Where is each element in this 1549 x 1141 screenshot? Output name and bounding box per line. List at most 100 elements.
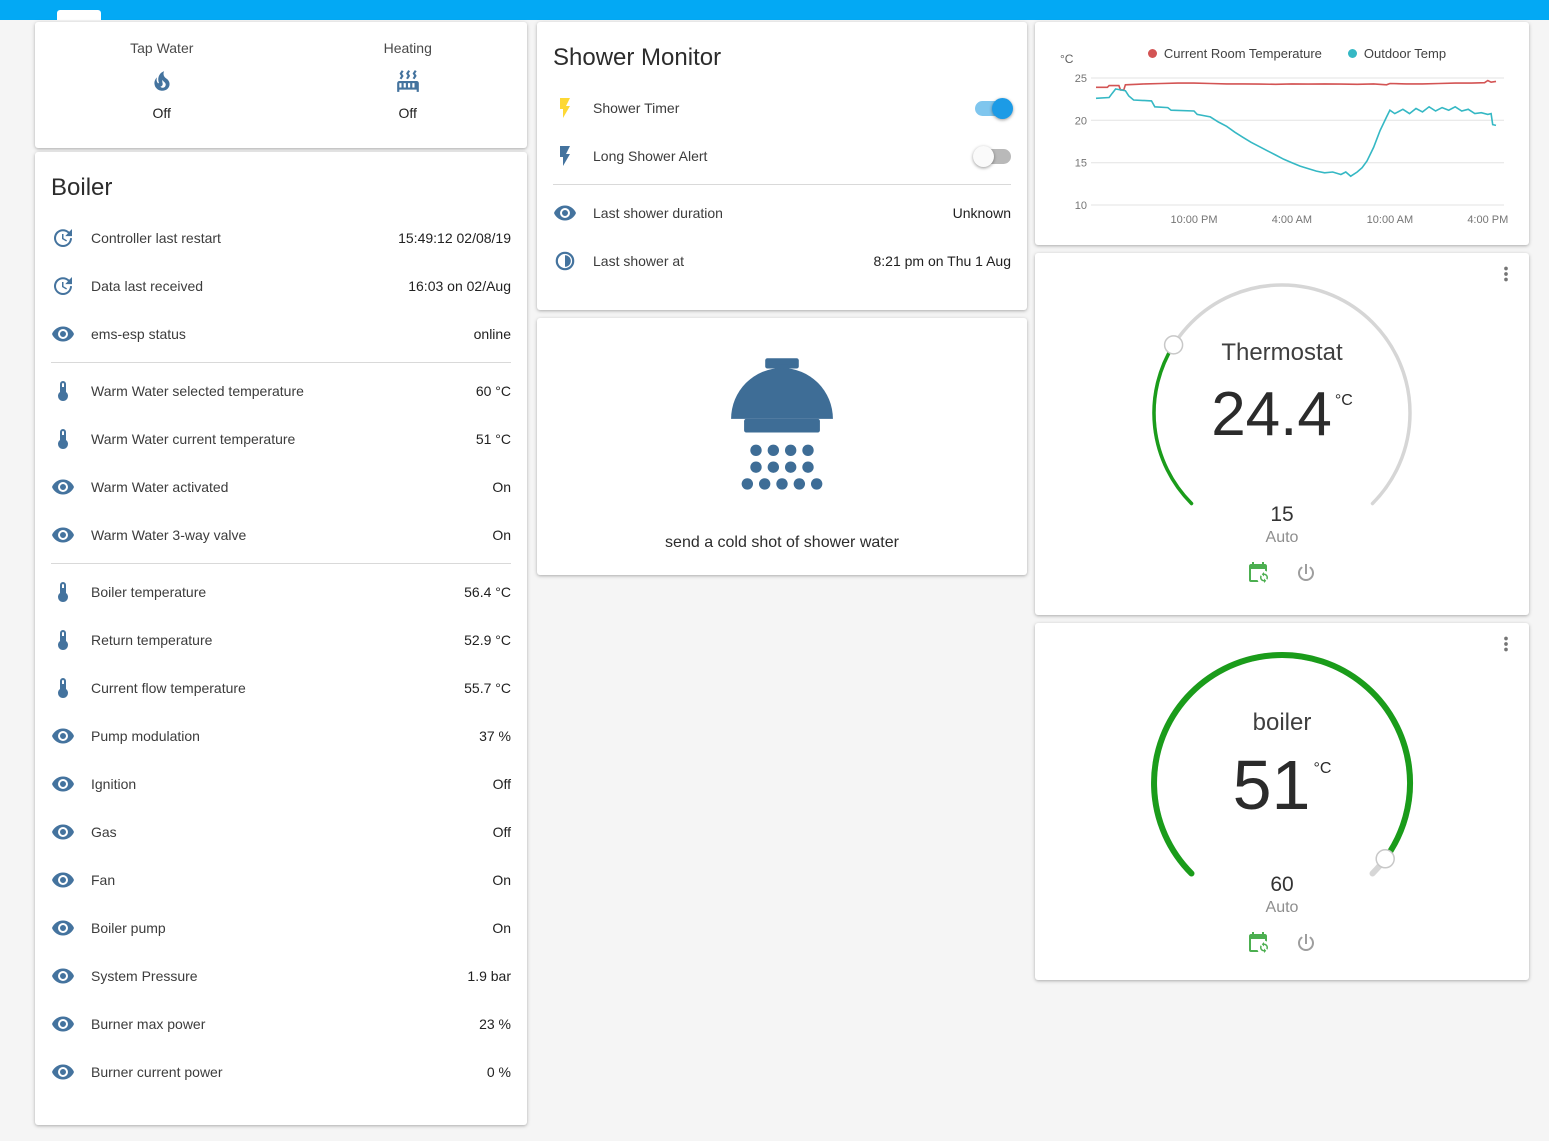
entity-rows: Shower TimerLong Shower AlertLast shower… — [537, 82, 1027, 285]
svg-text:4:00 PM: 4:00 PM — [1467, 214, 1508, 226]
eye-icon — [51, 1012, 75, 1036]
entity-name: Burner max power — [91, 1016, 479, 1032]
glance-item-tap-water[interactable]: Tap Water Off — [130, 40, 193, 121]
flash-icon — [553, 96, 577, 120]
entity-value: 8:21 pm on Thu 1 Aug — [873, 253, 1011, 269]
entity-row[interactable]: Last shower at8:21 pm on Thu 1 Aug — [553, 237, 1011, 285]
glance-label: Tap Water — [130, 40, 193, 56]
calendar-sync-icon — [1246, 931, 1270, 955]
toggle-thumb — [973, 146, 994, 167]
thermometer-icon — [51, 580, 75, 604]
card-title: Boiler — [35, 152, 527, 212]
entity-row[interactable]: Boiler temperature56.4 °C — [51, 568, 511, 616]
entity-name: ems-esp status — [91, 326, 474, 342]
entity-row[interactable]: Warm Water selected temperature60 °C — [51, 367, 511, 415]
toggle-switch[interactable] — [975, 101, 1011, 116]
glance-state: Off — [399, 105, 417, 121]
eye-icon — [51, 1060, 75, 1084]
target-temperature: 60 — [1035, 873, 1529, 897]
entity-row[interactable]: Return temperature52.9 °C — [51, 616, 511, 664]
history-graph-card: °C Current Room TemperatureOutdoor Temp … — [1035, 22, 1529, 245]
entity-name: Warm Water activated — [91, 479, 492, 495]
eye-icon — [51, 724, 75, 748]
entity-row[interactable]: Current flow temperature55.7 °C — [51, 664, 511, 712]
calendar-sync-icon[interactable] — [1246, 561, 1270, 585]
entity-name: Warm Water selected temperature — [91, 383, 476, 399]
entity-row[interactable]: ems-esp statusonline — [51, 310, 511, 358]
entity-value: On — [492, 479, 511, 495]
calendar-sync-icon — [1246, 561, 1270, 585]
boiler-entities-card: Boiler Controller last restart15:49:12 0… — [35, 152, 527, 1125]
entity-row[interactable]: IgnitionOff — [51, 760, 511, 808]
app-header — [0, 0, 1549, 20]
eye-icon — [553, 201, 577, 225]
toggle-thumb — [992, 98, 1013, 119]
eye-icon — [51, 322, 75, 346]
header-tab[interactable] — [57, 10, 101, 20]
dial-actions — [1035, 561, 1529, 585]
entity-row[interactable]: System Pressure1.9 bar — [51, 952, 511, 1000]
entity-row[interactable]: Burner max power23 % — [51, 1000, 511, 1048]
entity-value: 52.9 °C — [464, 632, 511, 648]
dashboard: Tap Water Off Heating Off Boiler Controller… — [0, 0, 1549, 1141]
entity-name: Pump modulation — [91, 728, 479, 744]
shower-head-icon-wrap — [537, 356, 1027, 497]
entity-name: Fan — [91, 872, 492, 888]
eye-icon — [51, 916, 75, 940]
glance-items: Tap Water Off Heating Off — [35, 22, 527, 121]
thermometer-icon — [51, 379, 75, 403]
thermostat-card: Thermostat 24.4°C 15 Auto — [1035, 253, 1529, 615]
entity-row[interactable]: Data last received16:03 on 02/Aug — [51, 262, 511, 310]
entity-row[interactable]: Warm Water activatedOn — [51, 463, 511, 511]
entity-row[interactable]: Warm Water current temperature51 °C — [51, 415, 511, 463]
svg-text:15: 15 — [1075, 158, 1087, 170]
entity-name: Current flow temperature — [91, 680, 464, 696]
history-chart: 2520151010:00 PM4:00 AM10:00 AM4:00 PM — [1051, 70, 1513, 230]
more-options-icon[interactable] — [1495, 263, 1517, 285]
svg-text:10:00 AM: 10:00 AM — [1367, 214, 1413, 226]
shower-action-card[interactable]: send a cold shot of shower water — [537, 318, 1027, 575]
eye-icon — [51, 772, 75, 796]
update-icon — [51, 274, 75, 298]
thermometer-icon — [51, 427, 75, 451]
svg-text:10:00 PM: 10:00 PM — [1170, 214, 1217, 226]
dots-vertical-icon — [1495, 633, 1517, 655]
calendar-sync-icon[interactable] — [1246, 931, 1270, 955]
entity-row[interactable]: FanOn — [51, 856, 511, 904]
power-icon — [1294, 561, 1318, 585]
dial-title: Thermostat — [1035, 339, 1529, 367]
more-options-icon[interactable] — [1495, 633, 1517, 655]
dial-actions — [1035, 931, 1529, 955]
entity-row[interactable]: Last shower durationUnknown — [553, 189, 1011, 237]
glance-item-heating[interactable]: Heating Off — [384, 40, 432, 121]
glance-label: Heating — [384, 40, 432, 56]
hvac-mode: Auto — [1035, 899, 1529, 917]
glance-card: Tap Water Off Heating Off — [35, 22, 527, 148]
power-icon[interactable] — [1294, 931, 1318, 955]
entity-row[interactable]: Pump modulation37 % — [51, 712, 511, 760]
entity-row: Long Shower Alert — [553, 132, 1011, 180]
power-icon[interactable] — [1294, 561, 1318, 585]
entity-value: On — [492, 527, 511, 543]
entity-name: System Pressure — [91, 968, 467, 984]
entity-row[interactable]: Boiler pumpOn — [51, 904, 511, 952]
entity-value: 55.7 °C — [464, 680, 511, 696]
toggle-switch[interactable] — [975, 149, 1011, 164]
update-icon — [51, 226, 75, 250]
shower-head-icon — [717, 356, 847, 497]
entity-row[interactable]: Controller last restart15:49:12 02/08/19 — [51, 214, 511, 262]
slider-handle — [1376, 850, 1394, 868]
entity-row[interactable]: Burner current power0 % — [51, 1048, 511, 1096]
eye-icon — [51, 475, 75, 499]
entity-value: 16:03 on 02/Aug — [408, 278, 511, 294]
legend-dot — [1148, 49, 1157, 58]
entity-value: Off — [493, 776, 511, 792]
svg-text:20: 20 — [1075, 115, 1087, 127]
eye-icon — [51, 523, 75, 547]
entity-row[interactable]: GasOff — [51, 808, 511, 856]
entity-name: Last shower at — [593, 253, 873, 269]
entity-row[interactable]: Warm Water 3-way valveOn — [51, 511, 511, 559]
eye-icon — [51, 868, 75, 892]
glance-state: Off — [153, 105, 171, 121]
dial-title: boiler — [1035, 709, 1529, 737]
